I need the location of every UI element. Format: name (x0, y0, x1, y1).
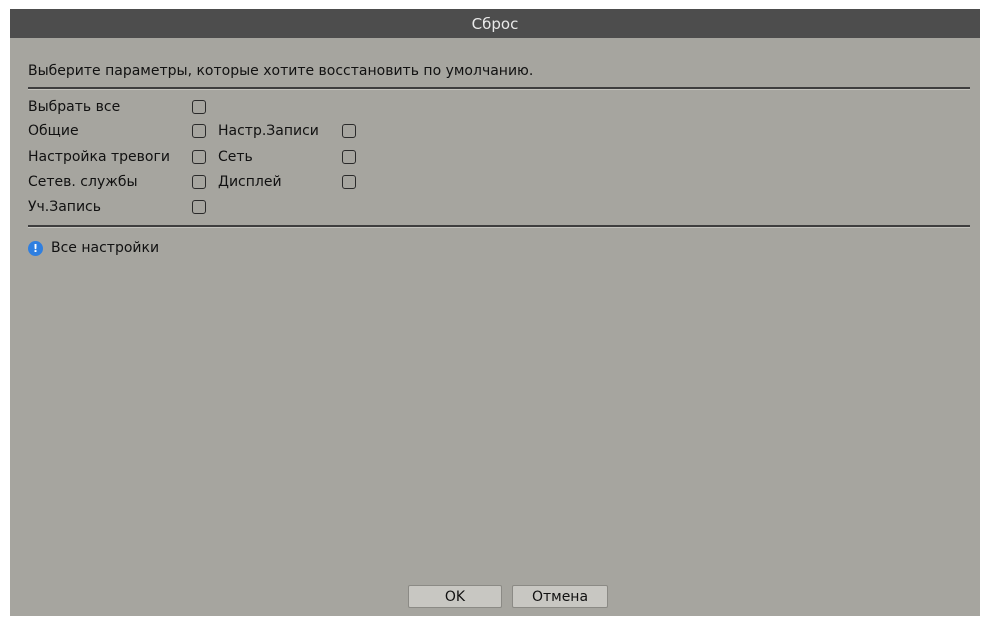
info-icon: ! (28, 240, 43, 256)
select-all-checkbox[interactable] (192, 100, 206, 114)
user-account-checkbox[interactable] (192, 200, 206, 214)
display-label: Дисплей (218, 174, 282, 190)
cancel-button[interactable]: Отмена (512, 585, 608, 608)
info-row: ! Все настройки (28, 240, 159, 256)
record-config-checkbox[interactable] (342, 124, 356, 138)
user-account-label: Уч.Запись (28, 199, 102, 215)
ok-button[interactable]: OK (408, 585, 502, 608)
general-label: Общие (28, 123, 79, 139)
alarm-config-checkbox[interactable] (192, 150, 206, 164)
record-config-label: Настр.Записи (218, 123, 319, 139)
top-divider (28, 87, 970, 90)
info-text: Все настройки (51, 240, 160, 256)
net-services-label: Сетев. службы (28, 174, 138, 190)
network-label: Сеть (218, 149, 253, 165)
dialog-title: Сброс (471, 14, 519, 33)
bottom-divider (28, 225, 970, 228)
intro-text: Выберите параметры, которые хотите восст… (28, 63, 534, 79)
general-checkbox[interactable] (192, 124, 206, 138)
network-checkbox[interactable] (342, 150, 356, 164)
reset-dialog: Сброс Выберите параметры, которые хотите… (10, 9, 980, 616)
select-all-label: Выбрать все (28, 99, 121, 115)
dialog-titlebar: Сброс (10, 9, 980, 38)
display-checkbox[interactable] (342, 175, 356, 189)
alarm-config-label: Настройка тревоги (28, 149, 170, 165)
net-services-checkbox[interactable] (192, 175, 206, 189)
